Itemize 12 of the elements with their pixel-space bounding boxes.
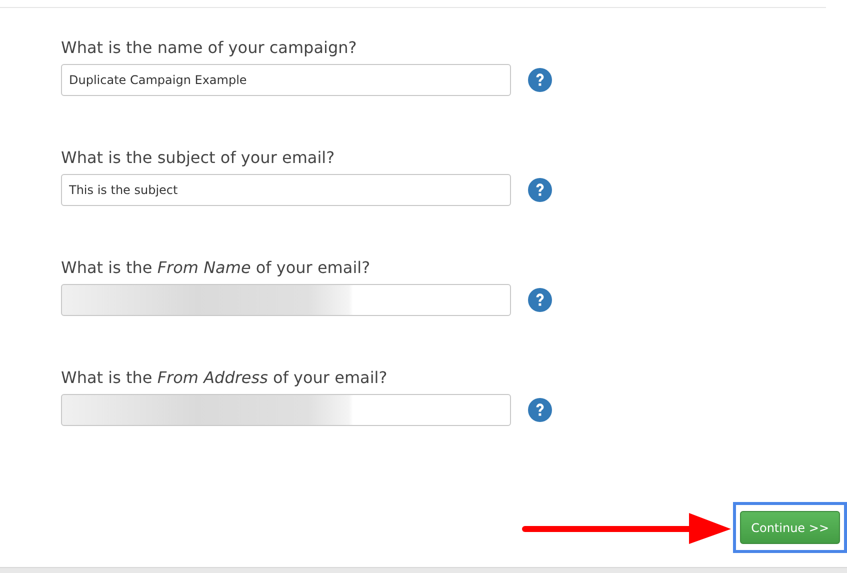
question-label: What is the name of your campaign? — [61, 38, 358, 57]
help-icon[interactable] — [528, 288, 552, 312]
input-field[interactable]: Duplicate Campaign Example — [61, 64, 511, 96]
help-icon[interactable] — [528, 178, 552, 202]
help-icon[interactable] — [528, 68, 552, 92]
question-label: What is the subject of your email? — [61, 148, 336, 167]
question-label: What is the From Name of your email? — [61, 258, 372, 277]
input-field[interactable]: This is the subject — [61, 174, 511, 206]
input-field[interactable] — [61, 284, 511, 316]
help-icon[interactable] — [528, 398, 552, 422]
question-label: What is the From Address of your email? — [61, 368, 388, 387]
input-field[interactable] — [61, 394, 511, 426]
